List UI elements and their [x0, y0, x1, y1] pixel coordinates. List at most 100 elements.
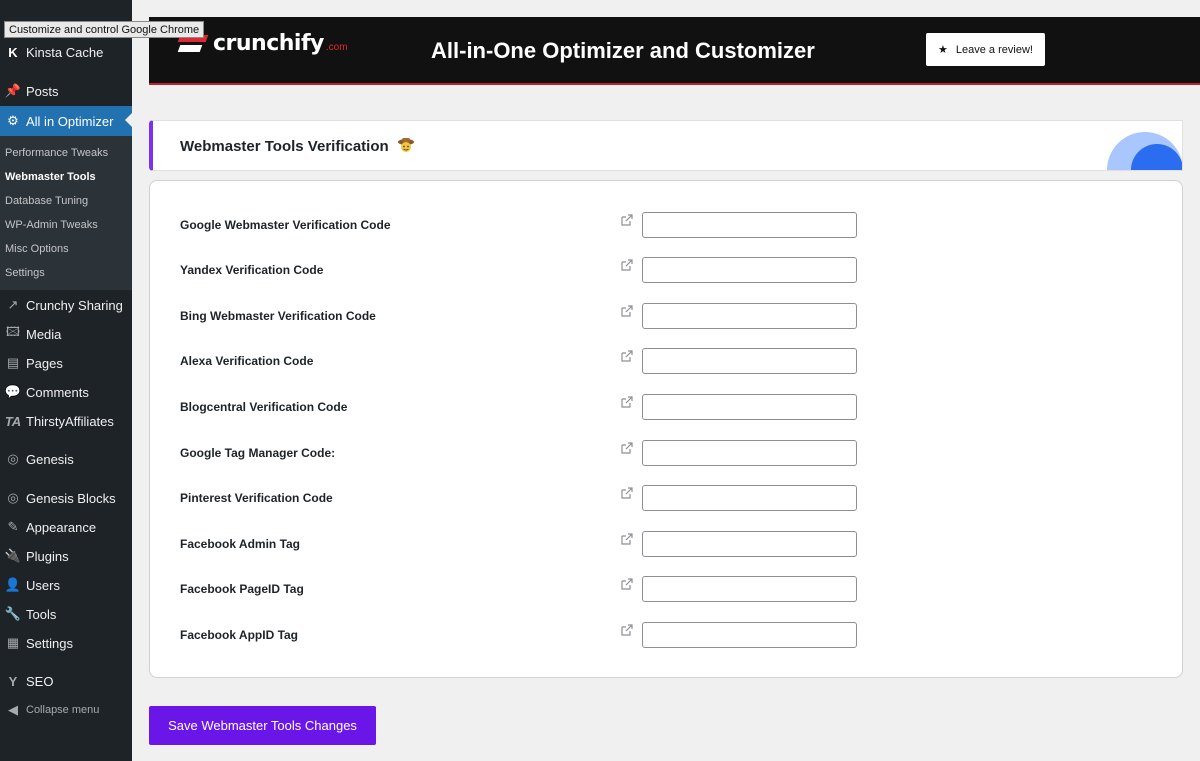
- genesis-blocks-icon: ◎: [7, 490, 19, 505]
- form-row-blogcentral: Blogcentral Verification Code: [150, 394, 1184, 420]
- sidebar-item-label: Appearance: [26, 519, 97, 535]
- field-label: Pinterest Verification Code: [180, 491, 333, 505]
- sidebar-item-thirstyaffiliates[interactable]: TA ThirstyAffiliates: [0, 407, 132, 435]
- wrench-icon: 🔧: [4, 606, 22, 621]
- sidebar-item-label: SEO: [26, 673, 54, 689]
- sidebar-item-label: Comments: [26, 384, 89, 400]
- sidebar-item-label: Plugins: [26, 548, 69, 564]
- logo-suffix: .com: [325, 42, 348, 53]
- field-label: Alexa Verification Code: [180, 354, 314, 368]
- collapse-icon: ◀: [8, 702, 18, 717]
- webmaster-tools-form: Google Webmaster Verification Code Yande…: [149, 180, 1183, 678]
- form-row-bing: Bing Webmaster Verification Code: [150, 303, 1184, 329]
- field-label: Facebook PageID Tag: [180, 582, 304, 596]
- google-tag-manager-input[interactable]: [642, 440, 857, 466]
- external-link-icon[interactable]: [620, 304, 634, 318]
- cowboy-emoji-icon: [398, 138, 414, 152]
- sidebar-item-posts[interactable]: 📌 Posts: [0, 77, 132, 105]
- blogcentral-code-input[interactable]: [642, 394, 857, 420]
- user-icon: 👤: [4, 577, 22, 592]
- sidebar-item-kinsta-cache[interactable]: K Kinsta Cache: [0, 38, 132, 66]
- sidebar-item-genesis-blocks[interactable]: ◎ Genesis Blocks: [0, 484, 132, 512]
- collapse-menu-label: Collapse menu: [26, 704, 100, 716]
- field-label: Facebook Admin Tag: [180, 537, 301, 551]
- field-label: Facebook AppID Tag: [180, 628, 299, 642]
- sidebar-item-label: Pages: [26, 355, 63, 371]
- banner-title: All-in-One Optimizer and Customizer: [431, 38, 815, 63]
- pages-icon: ▤: [6, 355, 20, 370]
- sidebar-item-label: Posts: [26, 83, 59, 99]
- sidebar-item-appearance[interactable]: ✎ Appearance: [0, 513, 132, 541]
- sidebar-item-all-in-optimizer[interactable]: ⚙ All in Optimizer: [0, 106, 132, 136]
- submenu-item-performance-tweaks[interactable]: Performance Tweaks: [5, 147, 108, 159]
- external-link-icon[interactable]: [620, 532, 634, 546]
- form-row-facebook-pageid: Facebook PageID Tag: [150, 576, 1184, 602]
- yoast-icon: Y: [8, 673, 18, 689]
- sidebar-item-media[interactable]: 🖾 Media: [0, 320, 132, 348]
- sidebar-item-label: Tools: [26, 606, 57, 622]
- submenu-item-webmaster-tools[interactable]: Webmaster Tools: [5, 171, 96, 183]
- sidebar-item-tools[interactable]: 🔧 Tools: [0, 600, 132, 628]
- settings-icon: ▦: [6, 635, 20, 650]
- field-label: Bing Webmaster Verification Code: [180, 309, 376, 323]
- external-link-icon[interactable]: [620, 486, 634, 500]
- submenu-item-misc-options[interactable]: Misc Options: [5, 243, 69, 255]
- sidebar-item-label: Users: [26, 577, 60, 593]
- alexa-code-input[interactable]: [642, 348, 857, 374]
- sidebar-item-plugins[interactable]: 🔌 Plugins: [0, 542, 132, 570]
- sidebar-item-label: All in Optimizer: [26, 113, 114, 129]
- pinterest-code-input[interactable]: [642, 485, 857, 511]
- external-link-icon[interactable]: [620, 395, 634, 409]
- form-row-pinterest: Pinterest Verification Code: [150, 485, 1184, 511]
- form-row-google-tag-manager: Google Tag Manager Code:: [150, 440, 1184, 466]
- sidebar-item-label: Genesis Blocks: [26, 490, 116, 506]
- save-webmaster-tools-button[interactable]: Save Webmaster Tools Changes: [149, 706, 376, 745]
- comment-icon: 💬: [4, 384, 22, 399]
- submenu: Performance Tweaks Webmaster Tools Datab…: [0, 136, 132, 290]
- facebook-appid-input[interactable]: [642, 622, 857, 648]
- google-webmaster-code-input[interactable]: [642, 212, 857, 238]
- leave-review-label: Leave a review!: [955, 43, 1033, 56]
- sidebar-item-label: Settings: [26, 635, 73, 651]
- section-title-card: Webmaster Tools Verification: [149, 120, 1183, 171]
- bing-code-input[interactable]: [642, 303, 857, 329]
- form-row-facebook-appid: Facebook AppID Tag: [150, 622, 1184, 648]
- submenu-item-settings[interactable]: Settings: [5, 267, 45, 279]
- submenu-item-wp-admin-tweaks[interactable]: WP-Admin Tweaks: [5, 219, 98, 231]
- plug-icon: 🔌: [4, 548, 22, 563]
- sidebar-item-genesis[interactable]: ◎ Genesis: [0, 445, 132, 473]
- leave-review-button[interactable]: ★ Leave a review!: [926, 33, 1045, 66]
- genesis-icon: ◎: [7, 451, 19, 466]
- form-row-alexa: Alexa Verification Code: [150, 348, 1184, 374]
- external-link-icon[interactable]: [620, 577, 634, 591]
- external-link-icon[interactable]: [620, 349, 634, 363]
- sidebar-item-pages[interactable]: ▤ Pages: [0, 349, 132, 377]
- admin-sidebar: Customize and control Google Chrome K Ki…: [0, 0, 205, 761]
- pin-icon: 📌: [4, 83, 22, 98]
- external-link-icon[interactable]: [620, 213, 634, 227]
- sidebar-item-settings[interactable]: ▦ Settings: [0, 629, 132, 657]
- sidebar-item-seo[interactable]: Y SEO: [0, 667, 132, 695]
- facebook-pageid-input[interactable]: [642, 576, 857, 602]
- sidebar-item-label: Media: [26, 326, 62, 342]
- thirstyaffiliates-icon: TA: [4, 413, 22, 429]
- star-icon: ★: [938, 44, 948, 56]
- yandex-code-input[interactable]: [642, 257, 857, 283]
- external-link-icon[interactable]: [620, 258, 634, 272]
- sidebar-item-label: Crunchy Sharing: [26, 297, 123, 313]
- field-label: Google Webmaster Verification Code: [180, 218, 391, 232]
- active-arrow: [125, 113, 132, 127]
- collapse-menu-button[interactable]: ◀ Collapse menu: [0, 696, 132, 724]
- field-label: Blogcentral Verification Code: [180, 400, 348, 414]
- sidebar-item-users[interactable]: 👤 Users: [0, 571, 132, 599]
- form-row-google-webmaster: Google Webmaster Verification Code: [150, 212, 1184, 238]
- sidebar-item-comments[interactable]: 💬 Comments: [0, 378, 132, 406]
- external-link-icon[interactable]: [620, 441, 634, 455]
- sidebar-item-label: Kinsta Cache: [26, 44, 104, 60]
- external-link-icon[interactable]: [620, 623, 634, 637]
- browser-tooltip: Customize and control Google Chrome: [4, 21, 205, 38]
- sidebar-item-crunchy-sharing[interactable]: ↗ Crunchy Sharing: [0, 291, 132, 319]
- submenu-item-database-tuning[interactable]: Database Tuning: [5, 195, 88, 207]
- sidebar-item-label: Genesis: [26, 451, 74, 467]
- facebook-admin-input[interactable]: [642, 531, 857, 557]
